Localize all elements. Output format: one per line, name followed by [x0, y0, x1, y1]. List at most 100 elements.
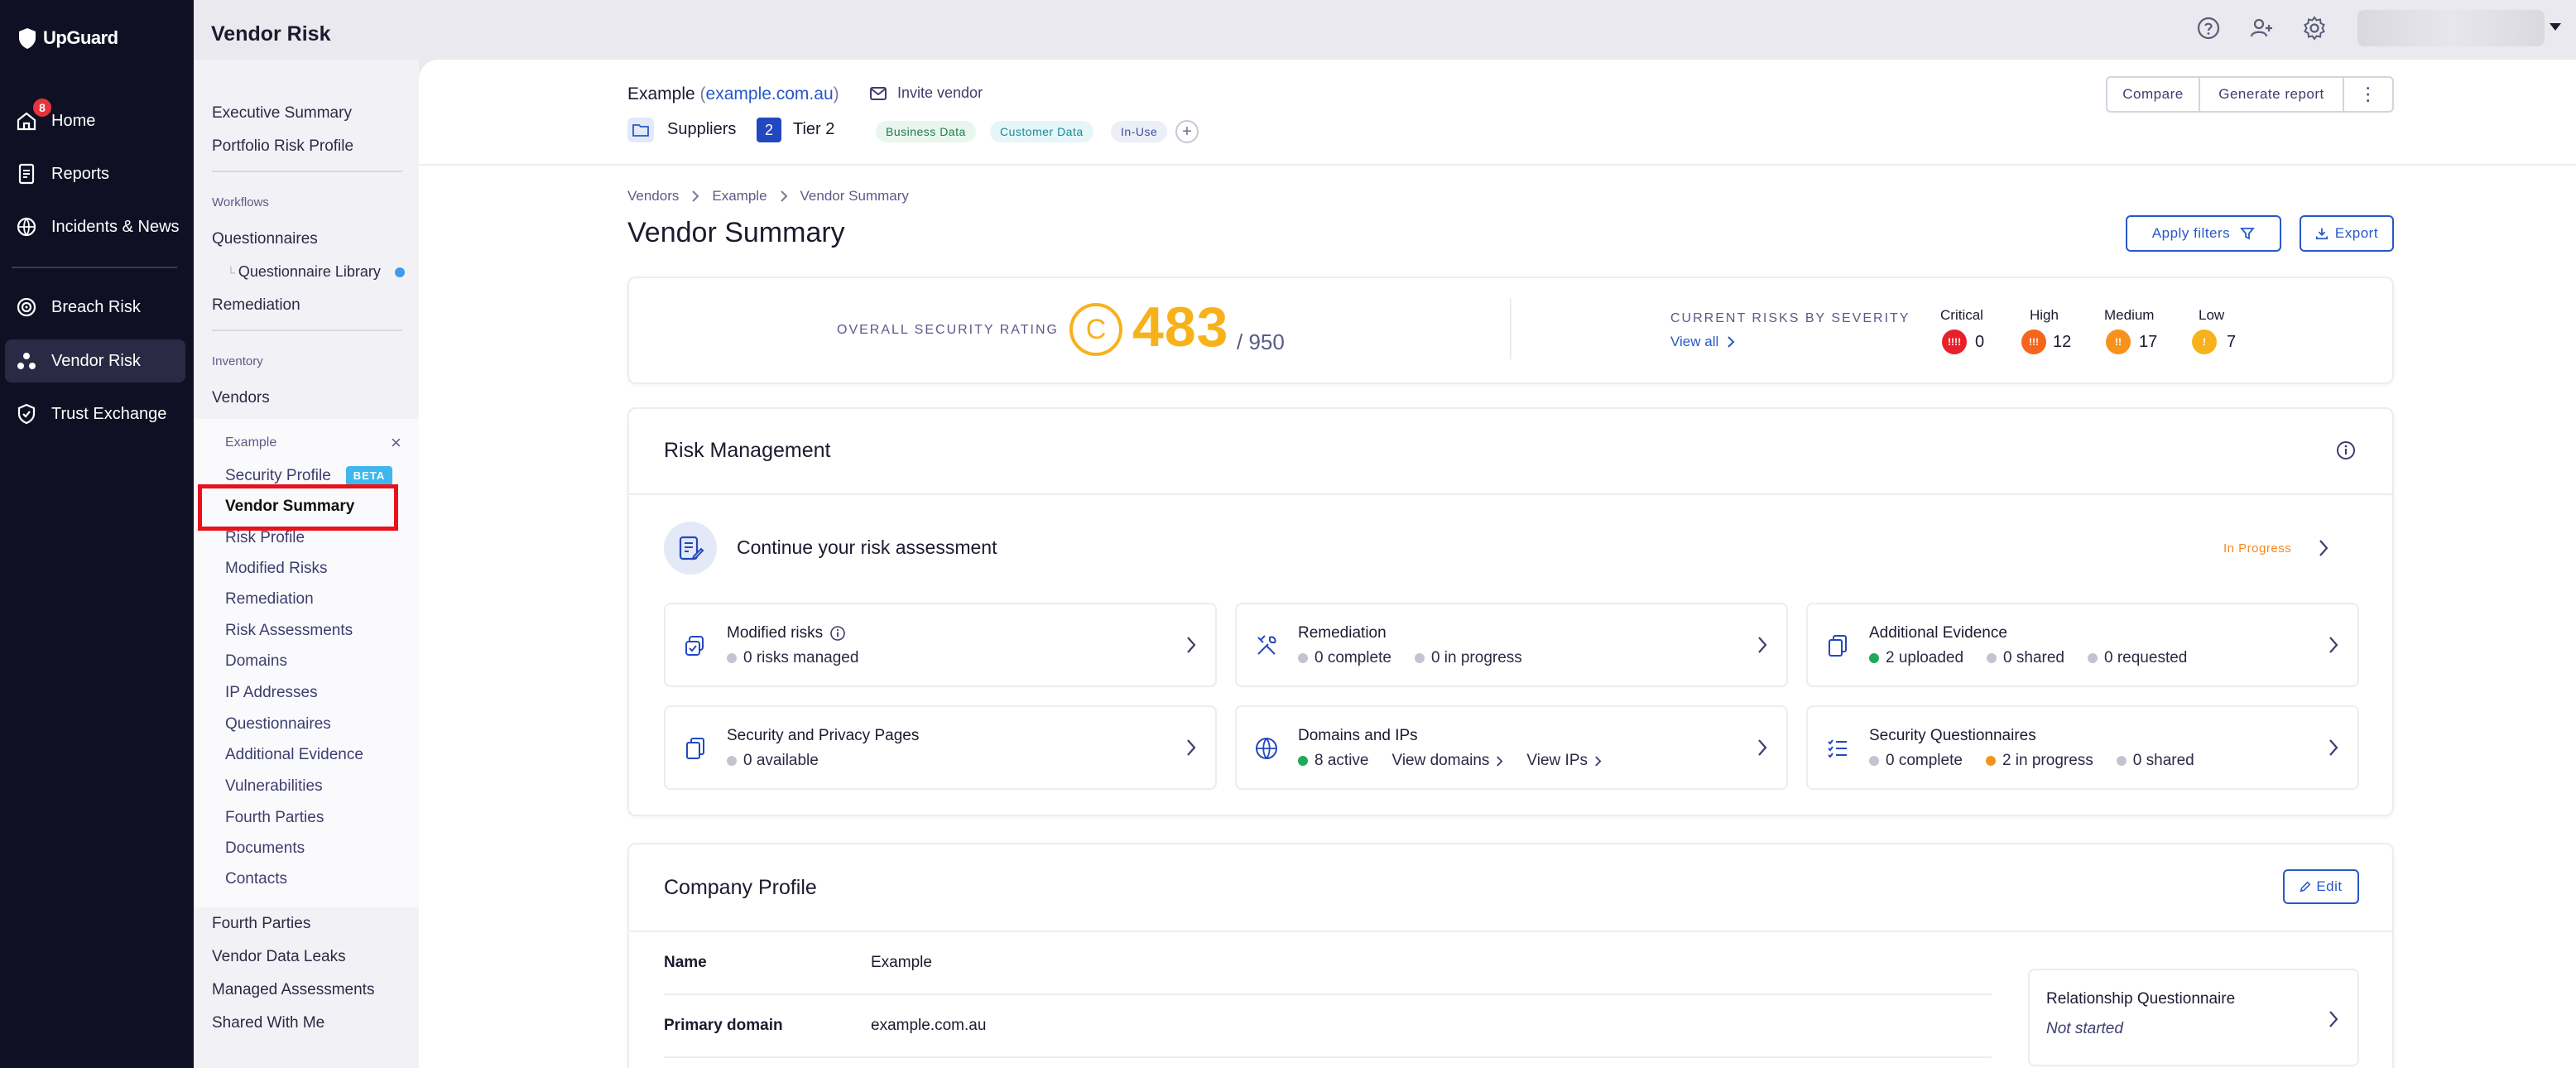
tile-stat: 0 shared	[1987, 649, 2064, 667]
tile-domains-and-ips[interactable]: Domains and IPs 8 active View domains Vi…	[1235, 705, 1788, 790]
vendor-nav-remediation[interactable]: Remediation	[225, 590, 314, 609]
continue-assessment-title[interactable]: Continue your risk assessment	[737, 536, 997, 559]
vendor-nav-modified-risks[interactable]: Modified Risks	[225, 560, 328, 578]
row-divider	[664, 993, 1992, 995]
modified-risks-icon	[685, 636, 704, 656]
rq-title: Relationship Questionnaire	[2046, 990, 2236, 1008]
vendor-folder-label[interactable]: Suppliers	[667, 120, 736, 139]
nav-item-breach-risk[interactable]: Breach Risk	[5, 286, 185, 329]
vendor-panel-name: Example	[225, 435, 277, 450]
view-ips-link[interactable]: View IPs	[1526, 752, 1602, 770]
nav-item-incidents-news[interactable]: Incidents & News	[5, 205, 185, 248]
vendor-nav-security-profile[interactable]: Security Profile	[225, 467, 331, 485]
breadcrumb-vendors[interactable]: Vendors	[627, 188, 679, 204]
vendor-title: Example (example.com.au)	[627, 84, 839, 104]
tile-meta: 2 uploaded 0 shared 0 requested	[1869, 649, 2187, 667]
nav-item-trust-exchange[interactable]: Trust Exchange	[5, 392, 185, 435]
account-caret-icon[interactable]	[2550, 23, 2561, 31]
vendor-domain-paren-open: (	[699, 84, 706, 103]
vendor-nav-documents[interactable]: Documents	[225, 839, 305, 858]
invite-vendor-button[interactable]: Invite vendor	[869, 84, 983, 102]
info-icon[interactable]	[829, 625, 846, 642]
settings-button[interactable]	[2301, 15, 2328, 41]
add-label-button[interactable]: +	[1175, 120, 1199, 143]
status-dot	[1298, 653, 1308, 663]
more-options-button[interactable]: ⋮	[2343, 76, 2394, 113]
chevron-right-icon	[1187, 739, 1196, 756]
export-label: Export	[2334, 225, 2379, 241]
vendor-tier-label[interactable]: Tier 2	[793, 120, 834, 139]
label-chip-customer-data[interactable]: Customer Data	[990, 121, 1093, 142]
close-vendor-panel-icon[interactable]: ×	[391, 432, 401, 454]
tile-security-questionnaires[interactable]: Security Questionnaires 0 complete 2 in …	[1806, 705, 2359, 790]
nav-label: Home	[51, 111, 96, 130]
vendor-risk-icon	[17, 353, 36, 369]
subnav-executive-summary[interactable]: Executive Summary	[212, 104, 352, 123]
tile-stat-text: 0 available	[743, 752, 819, 769]
severity-low-count[interactable]: 7	[2227, 333, 2236, 352]
compare-button[interactable]: Compare	[2106, 76, 2200, 113]
tile-stat-text: 2 uploaded	[1886, 649, 1964, 666]
nav-item-home[interactable]: Home	[5, 99, 185, 142]
export-button[interactable]: Export	[2300, 215, 2394, 252]
vendor-nav-domains[interactable]: Domains	[225, 652, 287, 671]
edit-profile-button[interactable]: Edit	[2283, 869, 2359, 904]
view-all-risks-link[interactable]: View all	[1670, 334, 1735, 350]
view-domains-link[interactable]: View domains	[1391, 752, 1503, 770]
profile-name-value: Example	[871, 954, 932, 971]
profile-name-label: Name	[664, 954, 707, 971]
chevron-right-icon[interactable]	[2318, 539, 2329, 557]
vendor-nav-vulnerabilities[interactable]: Vulnerabilities	[225, 777, 323, 796]
breadcrumb: Vendors Example Vendor Summary	[627, 188, 909, 204]
generate-report-button[interactable]: Generate report	[2199, 76, 2344, 113]
severity-medium-count[interactable]: 17	[2139, 333, 2157, 352]
subnav-shared-with-me[interactable]: Shared With Me	[212, 1014, 324, 1032]
nav-label: Vendor Risk	[51, 351, 141, 370]
upguard-logo[interactable]: UpGuard	[17, 26, 118, 50]
subnav-questionnaires[interactable]: Questionnaires	[212, 230, 318, 248]
vendor-nav-risk-assessments[interactable]: Risk Assessments	[225, 622, 353, 640]
vendor-domain-link[interactable]: example.com.au	[706, 84, 834, 103]
vendor-nav-contacts[interactable]: Contacts	[225, 870, 287, 888]
subnav-portfolio-risk-profile[interactable]: Portfolio Risk Profile	[212, 137, 353, 156]
tile-security-privacy-pages[interactable]: Security and Privacy Pages 0 available	[664, 705, 1217, 790]
subnav-managed-assessments[interactable]: Managed Assessments	[212, 981, 374, 999]
add-user-button[interactable]	[2248, 15, 2275, 41]
severity-high-count[interactable]: 12	[2053, 333, 2071, 352]
vendor-nav-fourth-parties[interactable]: Fourth Parties	[225, 809, 324, 827]
label-chip-business-data[interactable]: Business Data	[876, 121, 976, 142]
tile-stat-text: 0 requested	[2104, 649, 2188, 666]
subnav-vendors[interactable]: Vendors	[212, 389, 270, 407]
tile-stat: 0 complete	[1298, 649, 1391, 667]
vendor-nav-additional-evidence[interactable]: Additional Evidence	[225, 746, 363, 764]
tools-icon	[1257, 635, 1276, 655]
status-dot	[1414, 653, 1425, 663]
subnav-vendor-data-leaks[interactable]: Vendor Data Leaks	[212, 948, 346, 966]
vendor-nav-ip-addresses[interactable]: IP Addresses	[225, 684, 318, 702]
apply-filters-button[interactable]: Apply filters	[2126, 215, 2281, 252]
nav-item-reports[interactable]: Reports	[5, 152, 185, 195]
severity-critical-count[interactable]: 0	[1975, 333, 1984, 352]
vendor-nav-questionnaires[interactable]: Questionnaires	[225, 715, 331, 734]
folder-icon	[632, 124, 649, 137]
subnav-questionnaire-library[interactable]: └ Questionnaire Library	[227, 263, 381, 281]
nav-item-vendor-risk[interactable]: Vendor Risk	[5, 339, 185, 382]
info-icon[interactable]	[2336, 440, 2356, 460]
account-menu-blurred[interactable]	[2357, 10, 2545, 46]
profile-domain-label: Primary domain	[664, 1017, 783, 1034]
tile-stat: 2 uploaded	[1869, 649, 1963, 667]
relationship-questionnaire-card[interactable]: Relationship Questionnaire Not started	[2028, 969, 2359, 1066]
tile-modified-risks[interactable]: Modified risks 0 risks managed	[664, 603, 1217, 687]
label-chip-in-use[interactable]: In-Use	[1111, 121, 1168, 142]
tile-additional-evidence[interactable]: Additional Evidence 2 uploaded 0 shared …	[1806, 603, 2359, 687]
vendor-nav-risk-profile[interactable]: Risk Profile	[225, 529, 305, 547]
help-button[interactable]	[2195, 15, 2222, 41]
tile-remediation[interactable]: Remediation 0 complete 0 in progress	[1235, 603, 1788, 687]
chevron-right-icon	[1758, 739, 1767, 756]
tile-meta: 8 active View domains View IPs	[1298, 752, 1602, 770]
tile-stat-text: 0 shared	[2132, 752, 2194, 769]
breadcrumb-example[interactable]: Example	[712, 188, 767, 204]
tile-stat: 8 active	[1298, 752, 1368, 770]
subnav-fourth-parties[interactable]: Fourth Parties	[212, 915, 310, 933]
subnav-remediation[interactable]: Remediation	[212, 296, 300, 315]
